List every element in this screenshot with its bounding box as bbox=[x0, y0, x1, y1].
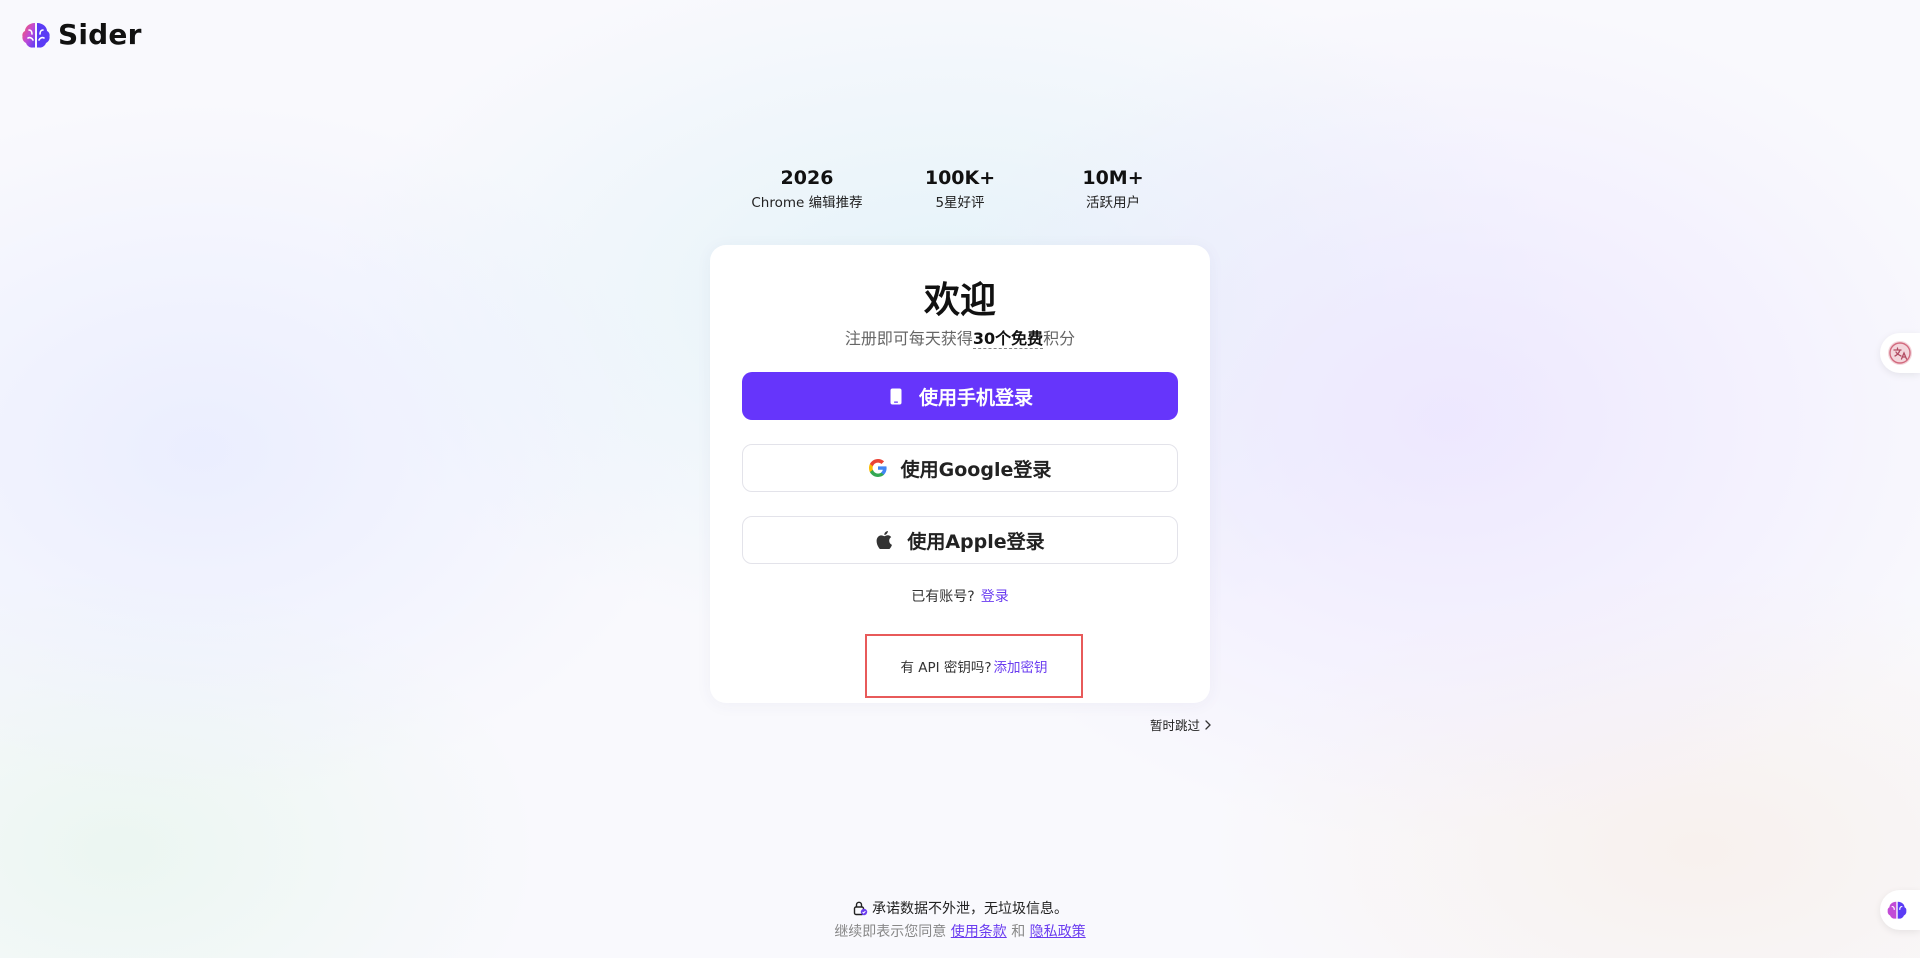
agreement-prefix: 继续即表示您同意 bbox=[834, 924, 947, 940]
stat-label: 5星好评 bbox=[935, 195, 985, 211]
agreement-line: 继续即表示您同意 使用条款 和 隐私政策 bbox=[0, 921, 1920, 941]
add-api-key-link[interactable]: 添加密钥 bbox=[994, 656, 1048, 676]
google-icon bbox=[868, 459, 887, 477]
privacy-promise: 承诺数据不外泄，无垃圾信息。 bbox=[0, 898, 1920, 918]
translate-icon bbox=[1888, 341, 1912, 365]
skip-button[interactable]: 暂时跳过 bbox=[1150, 715, 1212, 734]
login-card: 欢迎 注册即可每天获得30个免费积分 使用手机登录 使用Google登录 使用A… bbox=[710, 245, 1210, 703]
apple-login-label: 使用Apple登录 bbox=[907, 530, 1045, 553]
existing-account-line: 已有账号? 登录 bbox=[710, 586, 1210, 606]
login-link[interactable]: 登录 bbox=[981, 589, 1009, 605]
stats-bar: 2026 Chrome 编辑推荐 100K+ 5星好评 10M+ 活跃用户 bbox=[0, 166, 1920, 211]
stat-label: 活跃用户 bbox=[1086, 195, 1140, 211]
api-key-box: 有 API 密钥吗? 添加密钥 bbox=[865, 634, 1083, 698]
apple-login-button[interactable]: 使用Apple登录 bbox=[742, 516, 1178, 564]
api-key-prompt: 有 API 密钥吗? bbox=[900, 660, 992, 676]
subtitle-after: 积分 bbox=[1043, 329, 1076, 348]
phone-login-label: 使用手机登录 bbox=[918, 386, 1033, 409]
stat-active-users: 10M+ 活跃用户 bbox=[1057, 166, 1170, 211]
subtitle-before: 注册即可每天获得 bbox=[844, 329, 973, 348]
stat-value: 10M+ bbox=[1082, 167, 1144, 189]
privacy-promise-text: 承诺数据不外泄，无垃圾信息。 bbox=[872, 901, 1068, 917]
phone-icon bbox=[887, 387, 905, 405]
stat-chrome-pick: 2026 Chrome 编辑推荐 bbox=[751, 166, 864, 211]
google-login-button[interactable]: 使用Google登录 bbox=[742, 444, 1178, 492]
stat-value: 100K+ bbox=[924, 167, 996, 189]
floating-translate-button[interactable] bbox=[1880, 333, 1920, 373]
skip-label: 暂时跳过 bbox=[1150, 718, 1201, 733]
sider-brain-logo-icon bbox=[22, 22, 50, 48]
terms-of-use-link[interactable]: 使用条款 bbox=[951, 924, 1007, 940]
card-subtitle: 注册即可每天获得30个免费积分 bbox=[710, 325, 1210, 349]
brand-name: Sider bbox=[58, 18, 142, 51]
agreement-and: 和 bbox=[1011, 924, 1026, 940]
existing-account-prompt: 已有账号? bbox=[911, 589, 975, 605]
chevron-right-icon bbox=[1205, 719, 1211, 730]
sider-logo[interactable]: Sider bbox=[20, 18, 142, 51]
card-title: 欢迎 bbox=[923, 280, 996, 321]
subtitle-highlight: 30个免费 bbox=[972, 329, 1044, 349]
stat-label: Chrome 编辑推荐 bbox=[751, 195, 863, 211]
apple-icon bbox=[875, 531, 893, 549]
phone-login-button[interactable]: 使用手机登录 bbox=[742, 372, 1178, 420]
footer: 承诺数据不外泄，无垃圾信息。 继续即表示您同意 使用条款 和 隐私政策 bbox=[0, 898, 1920, 941]
google-login-label: 使用Google登录 bbox=[900, 458, 1052, 481]
stat-value: 2026 bbox=[780, 167, 834, 189]
stat-reviews: 100K+ 5星好评 bbox=[904, 166, 1017, 211]
lock-icon bbox=[853, 901, 868, 916]
privacy-policy-link[interactable]: 隐私政策 bbox=[1030, 924, 1086, 940]
